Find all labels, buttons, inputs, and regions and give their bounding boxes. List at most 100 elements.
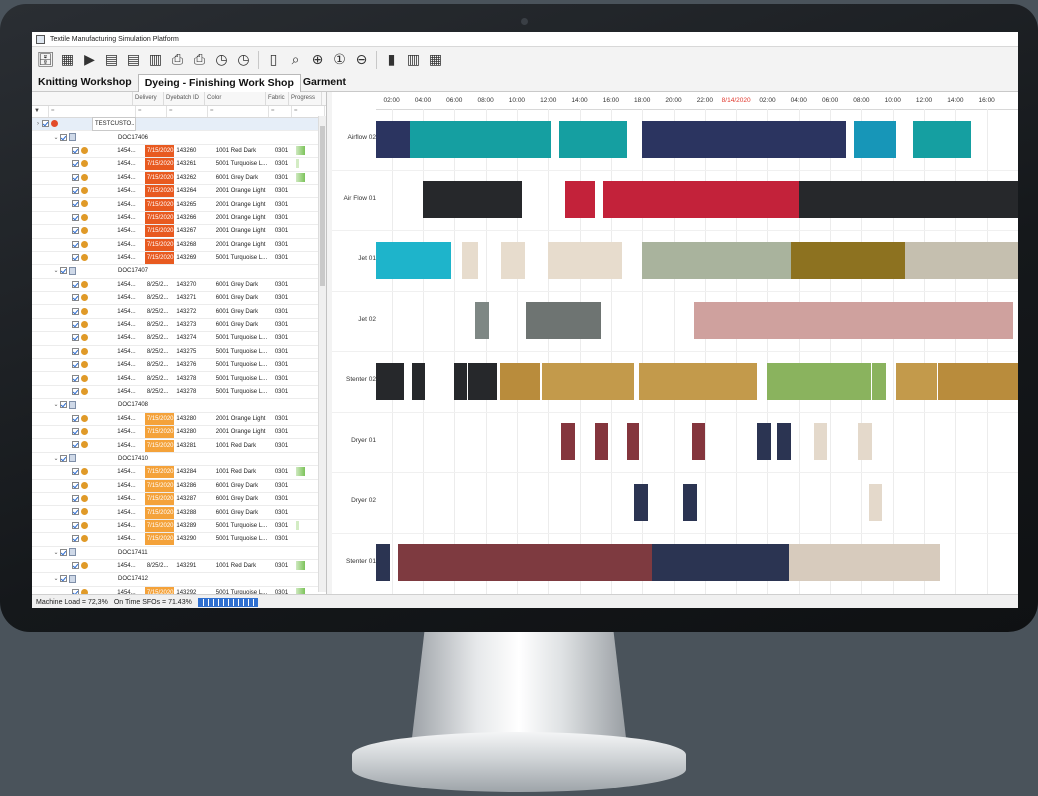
- checkbox[interactable]: [72, 213, 79, 221]
- task-bar[interactable]: [651, 544, 790, 582]
- checkbox[interactable]: [72, 280, 79, 288]
- task-bar[interactable]: [642, 120, 846, 158]
- task-bar[interactable]: [872, 362, 887, 400]
- task-bar[interactable]: [905, 241, 1018, 279]
- task-bar[interactable]: [790, 241, 906, 279]
- task-bar[interactable]: [595, 423, 608, 461]
- task-bar[interactable]: [397, 544, 652, 582]
- task-bar[interactable]: [692, 423, 705, 461]
- task-bar[interactable]: [938, 362, 1018, 400]
- checkbox[interactable]: [72, 146, 79, 154]
- task-bar[interactable]: [693, 302, 1014, 340]
- zoom-icon[interactable]: ⌕: [286, 51, 305, 70]
- checkbox[interactable]: [72, 468, 79, 476]
- database-icon[interactable]: 🗄: [36, 51, 55, 70]
- task-bar[interactable]: [767, 362, 871, 400]
- job-row[interactable]: 1454... 7/15/2020 143262 6001 Grey Dark 0301: [32, 171, 326, 185]
- job-row[interactable]: 1454... 7/15/2020 143266 2001 Orange Light 0…: [32, 211, 326, 226]
- collapse-icon[interactable]: ⌄: [52, 453, 60, 465]
- task-bar[interactable]: [526, 302, 602, 340]
- job-row[interactable]: 1454... 7/15/2020 143265 2001 Orange Light 0…: [32, 198, 326, 212]
- task-bar[interactable]: [642, 241, 791, 279]
- header-fabric[interactable]: Fabric: [266, 92, 289, 105]
- table-icon[interactable]: ▦: [58, 51, 77, 70]
- job-row[interactable]: 1454... 7/15/2020 143292 5001 Turquoise L..…: [32, 586, 326, 594]
- checkbox[interactable]: [72, 361, 79, 369]
- checkbox[interactable]: [42, 120, 49, 128]
- job-row[interactable]: 1454... 8/25/2... 143272 6001 Grey Dark 0301: [32, 305, 326, 319]
- job-row[interactable]: 1454... 8/25/2... 143273 6001 Grey Dark 0301: [32, 319, 326, 333]
- task-bar[interactable]: [376, 544, 391, 582]
- gauge-icon[interactable]: ◷: [234, 51, 253, 70]
- job-row[interactable]: 1454... 7/15/2020 143281 1001 Red Dark 0301: [32, 439, 326, 453]
- start-icon[interactable]: ▶: [80, 51, 99, 70]
- job-row[interactable]: 1454... 7/15/2020 143261 5001 Turquoise L..…: [32, 158, 326, 172]
- collapse-icon[interactable]: ⌄: [52, 265, 60, 277]
- job-row[interactable]: 1454... 7/15/2020 143289 5001 Turquoise L..…: [32, 519, 326, 534]
- print-preview-icon[interactable]: ⎙: [168, 51, 187, 70]
- checkbox[interactable]: [60, 575, 67, 583]
- job-row[interactable]: 1454... 7/15/2020 143260 1001 Red Dark 0301: [32, 144, 326, 159]
- job-row[interactable]: 1454... 8/25/2... 143270 6001 Grey Dark 0301: [32, 279, 326, 293]
- checkbox[interactable]: [72, 374, 79, 382]
- checkbox[interactable]: [60, 548, 67, 556]
- task-bar[interactable]: [376, 241, 452, 279]
- checkbox[interactable]: [72, 187, 79, 195]
- task-bar[interactable]: [422, 181, 522, 219]
- checkbox[interactable]: [60, 454, 67, 462]
- header-progress[interactable]: Progress: [289, 92, 322, 105]
- checkbox[interactable]: [72, 200, 79, 208]
- collapse-icon[interactable]: ⌄: [52, 132, 60, 144]
- checkbox[interactable]: [60, 267, 67, 275]
- task-bar[interactable]: [634, 483, 649, 521]
- task-bar[interactable]: [682, 483, 697, 521]
- job-row[interactable]: 1454... 7/15/2020 143268 2001 Orange Light 0…: [32, 238, 326, 252]
- task-bar[interactable]: [559, 120, 627, 158]
- doc-group-row[interactable]: ⌄ DOC17408: [32, 399, 326, 413]
- job-row[interactable]: 1454... 8/25/2... 143271 6001 Grey Dark 0301: [32, 292, 326, 306]
- job-row[interactable]: 1454... 7/15/2020 143280 2001 Orange Light 0…: [32, 426, 326, 440]
- task-bar[interactable]: [814, 423, 827, 461]
- checkbox[interactable]: [72, 294, 79, 302]
- task-bar[interactable]: [869, 483, 882, 521]
- collapse-icon[interactable]: ⌄: [52, 547, 60, 559]
- task-bar[interactable]: [499, 362, 541, 400]
- checkbox[interactable]: [72, 387, 79, 395]
- job-row[interactable]: 1454... 7/15/2020 143267 2001 Orange Light 0…: [32, 225, 326, 239]
- expand-icon[interactable]: ›: [34, 118, 42, 130]
- checkbox[interactable]: [72, 414, 79, 422]
- task-bar[interactable]: [603, 181, 799, 219]
- checkbox[interactable]: [72, 254, 79, 262]
- checkbox[interactable]: [60, 133, 67, 141]
- task-bar[interactable]: [565, 181, 596, 219]
- task-bar[interactable]: [462, 241, 478, 279]
- scrollbar-thumb[interactable]: [320, 126, 325, 286]
- header-color[interactable]: Color: [205, 92, 266, 105]
- grid-scrollbar[interactable]: [318, 116, 326, 592]
- bins-icon[interactable]: ▥: [404, 51, 423, 70]
- task-bar[interactable]: [858, 423, 873, 461]
- doc-group-row[interactable]: ⌄ DOC17411: [32, 547, 326, 560]
- tab-garment[interactable]: Garment: [301, 74, 352, 91]
- doc-group-row[interactable]: ⌄ DOC17407: [32, 265, 326, 279]
- job-row[interactable]: 1454... 8/25/2... 143276 5001 Turquoise L..…: [32, 359, 326, 373]
- checkbox[interactable]: [72, 227, 79, 235]
- task-bar[interactable]: [501, 241, 525, 279]
- job-row[interactable]: 1454... 7/15/2020 143290 5001 Turquoise L..…: [32, 533, 326, 547]
- checkbox[interactable]: [72, 562, 79, 569]
- checkbox[interactable]: [72, 307, 79, 315]
- task-bar[interactable]: [895, 362, 937, 400]
- task-bar[interactable]: [789, 544, 940, 582]
- checkbox[interactable]: [60, 401, 67, 409]
- tab-knitting-workshop[interactable]: Knitting Workshop: [36, 74, 138, 91]
- checkbox[interactable]: [72, 428, 79, 436]
- task-bar[interactable]: [548, 241, 622, 279]
- checkbox[interactable]: [72, 240, 79, 248]
- job-row[interactable]: 1454... 7/15/2020 143269 5001 Turquoise L..…: [32, 252, 326, 266]
- job-row[interactable]: 1454... 7/15/2020 143286 6001 Grey Dark 0301: [32, 479, 326, 493]
- filter-cell-fabric[interactable]: =: [269, 106, 292, 117]
- task-bar[interactable]: [454, 362, 467, 400]
- job-row[interactable]: 1454... 7/15/2020 143264 2001 Orange Light 0…: [32, 185, 326, 199]
- task-bar[interactable]: [626, 423, 640, 461]
- checkbox[interactable]: [72, 160, 79, 168]
